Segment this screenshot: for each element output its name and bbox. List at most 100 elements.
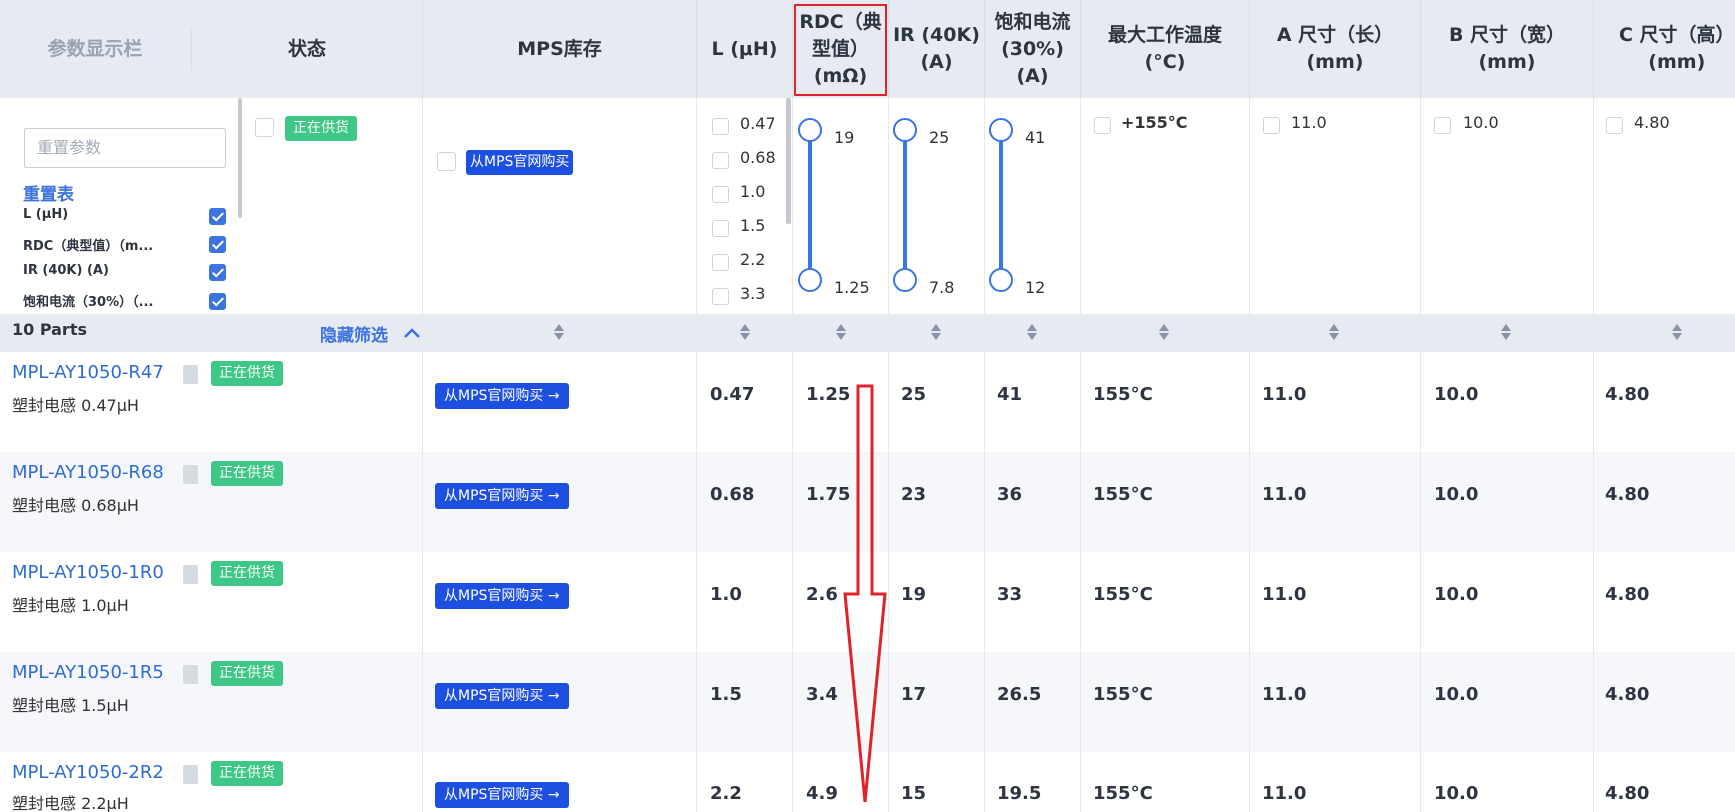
ir-value: 25 — [901, 384, 927, 405]
temp-filter-checkbox[interactable] — [1094, 117, 1111, 134]
a-size-filter-checkbox[interactable] — [1263, 117, 1280, 134]
buy-button[interactable]: 从MPS官网购买 → — [435, 782, 569, 808]
ir-value: 17 — [901, 684, 927, 705]
sort-icon[interactable] — [1500, 324, 1512, 342]
stock-column-header[interactable]: MPS库存 — [423, 0, 696, 98]
buy-button[interactable]: 从MPS官网购买 → — [435, 583, 569, 609]
ir-column-header[interactable]: IR (40K) (A) — [889, 0, 984, 98]
l-option-checkbox[interactable] — [712, 118, 729, 135]
sort-bar: 10 Parts 隐藏筛选 — [0, 314, 1735, 352]
l-options-scrollbar[interactable] — [786, 98, 791, 224]
sort-icon[interactable] — [1158, 324, 1170, 342]
buy-button[interactable]: 从MPS官网购买 → — [435, 483, 569, 509]
l-option-checkbox[interactable] — [712, 152, 729, 169]
stock-filter-badge: 从MPS官网购买 — [466, 150, 574, 175]
pdf-icon[interactable] — [183, 665, 198, 684]
rdc-slider-max-value: 19 — [834, 128, 855, 147]
l-option-label: 0.47 — [740, 114, 776, 133]
part-description: 塑封电感 0.47μH — [12, 396, 139, 415]
c-size-value: 4.80 — [1605, 584, 1650, 605]
part-number-link[interactable]: MPL-AY1050-R68 — [12, 462, 164, 483]
chevron-up-icon[interactable] — [403, 327, 421, 339]
sort-icon[interactable] — [930, 324, 942, 342]
a-size-filter-label: 11.0 — [1291, 113, 1327, 132]
ir-value: 23 — [901, 484, 927, 505]
param-checkbox-ir[interactable] — [209, 264, 226, 281]
status-filter-checkbox[interactable] — [255, 118, 274, 137]
l-option-checkbox[interactable] — [712, 288, 729, 305]
ir-slider-max-value: 25 — [929, 128, 950, 147]
pdf-icon[interactable] — [183, 465, 198, 484]
l-option-checkbox[interactable] — [712, 220, 729, 237]
c-size-column-header[interactable]: C 尺寸（高） (mm) — [1594, 0, 1735, 98]
ir-slider-min-handle[interactable] — [893, 268, 917, 292]
part-number-link[interactable]: MPL-AY1050-2R2 — [12, 762, 164, 783]
reset-table-link[interactable]: 重置表 — [23, 180, 74, 205]
b-size-filter-checkbox[interactable] — [1434, 117, 1451, 134]
l-value: 1.5 — [710, 684, 742, 705]
a-size-value: 11.0 — [1262, 484, 1307, 505]
ir-slider-min-value: 7.8 — [929, 278, 955, 297]
pdf-icon[interactable] — [183, 565, 198, 584]
rdc-value: 3.4 — [806, 684, 838, 705]
param-checkbox-sat[interactable] — [209, 293, 226, 310]
l-option-label: 1.0 — [740, 182, 766, 201]
l-option-checkbox[interactable] — [712, 186, 729, 203]
l-value: 0.47 — [710, 384, 755, 405]
sort-icon[interactable] — [1671, 324, 1683, 342]
param-item-rdc: RDC（典型值）（m... — [23, 239, 154, 254]
param-item-ir: IR (40K) (A) — [23, 263, 109, 278]
reset-params-input[interactable]: 重置参数 — [24, 128, 226, 168]
sort-icon[interactable] — [1026, 324, 1038, 342]
rdc-slider-min-handle[interactable] — [798, 268, 822, 292]
status-badge: 正在供货 — [211, 461, 283, 486]
c-size-filter-checkbox[interactable] — [1606, 117, 1623, 134]
status-badge: 正在供货 — [211, 361, 283, 386]
l-option-label: 1.5 — [740, 216, 766, 235]
param-checkbox-l[interactable] — [209, 208, 226, 225]
sat-current-column-header[interactable]: 饱和电流 (30%) (A) — [985, 0, 1080, 98]
l-value: 1.0 — [710, 584, 742, 605]
l-option-label: 2.2 — [740, 250, 766, 269]
sort-icon[interactable] — [553, 324, 565, 342]
param-item-sat: 饱和电流（30%）（... — [23, 295, 154, 310]
ir-value: 19 — [901, 584, 927, 605]
sort-icon[interactable] — [1328, 324, 1340, 342]
param-panel: 重置参数 重置表 L (μH) RDC（典型值）（m... IR (40K) (… — [2, 98, 242, 314]
b-size-value: 10.0 — [1434, 584, 1479, 605]
sat-slider-track — [999, 130, 1003, 280]
status-column-header[interactable]: 状态 — [192, 0, 422, 98]
l-column-header[interactable]: L (μH) — [697, 0, 792, 98]
ir-slider-max-handle[interactable] — [893, 118, 917, 142]
param-checkbox-rdc[interactable] — [209, 236, 226, 253]
sort-icon[interactable] — [835, 324, 847, 342]
sat-slider-min-handle[interactable] — [989, 268, 1013, 292]
max-temp-column-header[interactable]: 最大工作温度 (°C) — [1081, 0, 1249, 98]
stock-filter-checkbox[interactable] — [437, 152, 456, 171]
part-number-link[interactable]: MPL-AY1050-R47 — [12, 362, 164, 383]
param-panel-scrollbar[interactable] — [238, 98, 242, 218]
buy-button[interactable]: 从MPS官网购买 → — [435, 383, 569, 409]
pdf-icon[interactable] — [183, 365, 198, 384]
rdc-slider-max-handle[interactable] — [798, 118, 822, 142]
pdf-icon[interactable] — [183, 765, 198, 784]
status-badge: 正在供货 — [211, 561, 283, 586]
sort-icon[interactable] — [739, 324, 751, 342]
l-option-label: 0.68 — [740, 148, 776, 167]
status-badge: 正在供货 — [211, 661, 283, 686]
part-number-link[interactable]: MPL-AY1050-1R5 — [12, 662, 164, 683]
rdc-slider-track — [808, 130, 812, 280]
c-size-value: 4.80 — [1605, 384, 1650, 405]
l-value: 2.2 — [710, 783, 742, 804]
ir-value: 15 — [901, 783, 927, 804]
l-option-checkbox[interactable] — [712, 254, 729, 271]
hide-filter-link[interactable]: 隐藏筛选 — [320, 321, 388, 346]
status-badge: 正在供货 — [211, 761, 283, 786]
sat-slider-max-handle[interactable] — [989, 118, 1013, 142]
rdc-value: 2.6 — [806, 584, 838, 605]
buy-button[interactable]: 从MPS官网购买 → — [435, 683, 569, 709]
a-size-column-header[interactable]: A 尺寸（长） (mm) — [1250, 0, 1420, 98]
b-size-value: 10.0 — [1434, 783, 1479, 804]
part-number-link[interactable]: MPL-AY1050-1R0 — [12, 562, 164, 583]
b-size-column-header[interactable]: B 尺寸（宽） (mm) — [1421, 0, 1593, 98]
